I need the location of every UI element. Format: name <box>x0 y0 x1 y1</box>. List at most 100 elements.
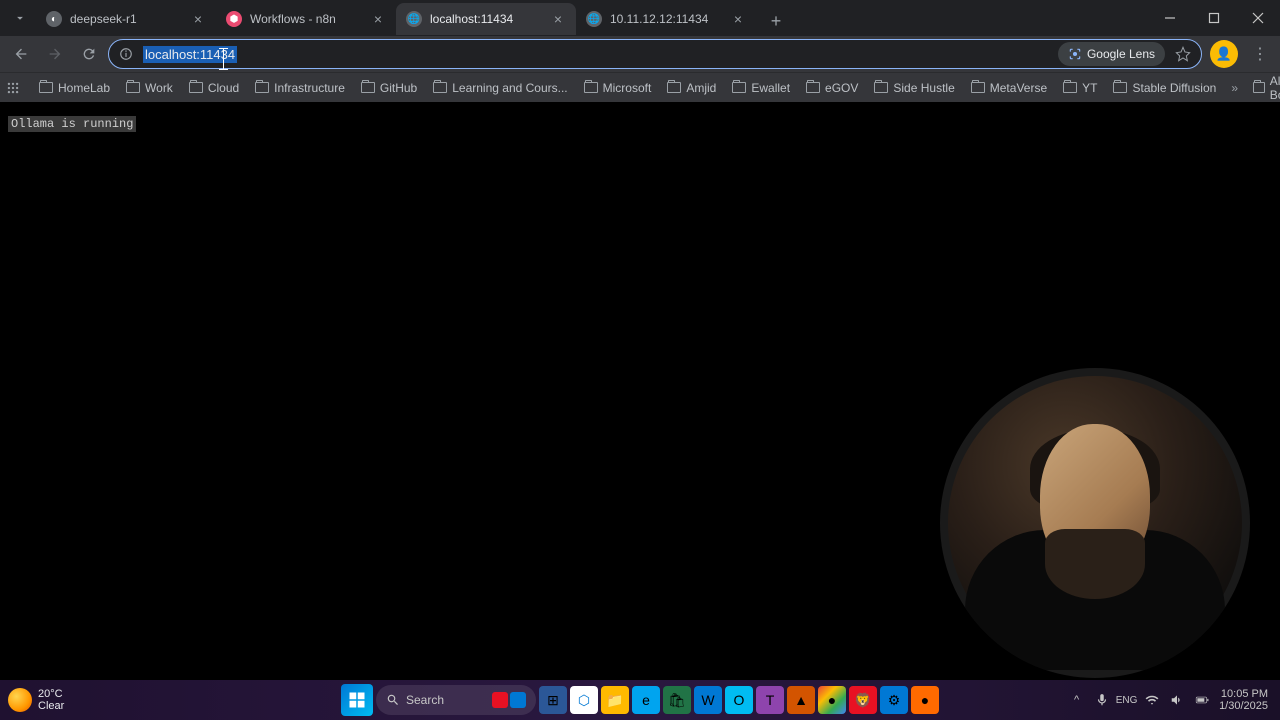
search-badge-icon <box>492 692 508 708</box>
wifi-icon[interactable] <box>1144 693 1159 708</box>
google-lens-button[interactable]: Google Lens <box>1058 42 1165 66</box>
folder-icon <box>806 82 820 93</box>
bookmark-folder[interactable]: eGOV <box>799 78 865 98</box>
tab-n8n[interactable]: ⬢ Workflows - n8n × <box>216 3 396 35</box>
folder-icon <box>732 82 746 93</box>
new-tab-button[interactable]: + <box>762 7 790 35</box>
bookmark-folder[interactable]: Amjid <box>660 78 723 98</box>
address-bar[interactable]: localhost:11434 Google Lens <box>108 39 1202 69</box>
folder-icon <box>433 82 447 93</box>
weather-temp: 20°C <box>38 688 64 700</box>
bookmark-folder[interactable]: Stable Diffusion <box>1106 78 1223 98</box>
folder-icon <box>255 82 269 93</box>
bookmark-folder[interactable]: Ewallet <box>725 78 797 98</box>
close-tab-icon[interactable]: × <box>550 11 566 27</box>
browser-menu-button[interactable]: ⋮ <box>1246 44 1274 64</box>
tab-search-button[interactable] <box>4 4 36 32</box>
bookmark-folder[interactable]: HomeLab <box>32 78 117 98</box>
taskbar-search[interactable]: Search <box>376 685 536 715</box>
folder-icon <box>874 82 888 93</box>
folder-icon <box>1113 82 1127 93</box>
folder-icon <box>584 82 598 93</box>
browser-titlebar: ◐ deepseek-r1 × ⬢ Workflows - n8n × 🌐 lo… <box>0 0 1280 36</box>
bookmark-folder[interactable]: YT <box>1056 78 1104 98</box>
taskbar-app-settings[interactable]: ⚙ <box>880 686 908 714</box>
globe-icon: 🌐 <box>406 11 422 27</box>
page-body-text: Ollama is running <box>8 116 136 132</box>
tab-remote[interactable]: 🌐 10.11.12.12:11434 × <box>576 3 756 35</box>
taskbar-app-word[interactable]: W <box>694 686 722 714</box>
reload-button[interactable] <box>74 39 104 69</box>
bookmarks-overflow-button[interactable]: » <box>1225 81 1244 95</box>
taskbar-app-store[interactable]: 🛍 <box>663 686 691 714</box>
taskbar-app-explorer[interactable]: 📁 <box>601 686 629 714</box>
weather-condition: Clear <box>38 700 64 712</box>
bookmark-star-icon[interactable] <box>1171 46 1195 62</box>
taskbar-app-opera[interactable]: O <box>725 686 753 714</box>
taskbar-app-edge[interactable]: e <box>632 686 660 714</box>
favicon-icon: ⬢ <box>226 11 242 27</box>
webcam-overlay <box>940 368 1250 678</box>
clock-time: 10:05 PM <box>1221 688 1268 700</box>
lens-label: Google Lens <box>1087 47 1155 61</box>
search-icon <box>386 693 400 707</box>
taskbar-clock[interactable]: 10:05 PM 1/30/2025 <box>1219 688 1272 712</box>
weather-icon <box>8 688 32 712</box>
taskbar-app-other[interactable]: ● <box>911 686 939 714</box>
folder-icon <box>1253 82 1265 93</box>
language-icon[interactable]: ENG <box>1119 693 1134 708</box>
url-text: localhost:11434 <box>143 46 237 63</box>
tab-deepseek[interactable]: ◐ deepseek-r1 × <box>36 3 216 35</box>
bookmark-folder[interactable]: GitHub <box>354 78 424 98</box>
profile-avatar[interactable]: 👤 <box>1210 40 1238 68</box>
forward-button[interactable] <box>40 39 70 69</box>
site-info-icon[interactable] <box>115 43 137 65</box>
close-tab-icon[interactable]: × <box>190 11 206 27</box>
mic-icon[interactable] <box>1094 693 1109 708</box>
bookmark-folder[interactable]: Learning and Cours... <box>426 78 574 98</box>
tab-title: Workflows - n8n <box>250 12 362 26</box>
favicon-icon: ◐ <box>46 11 62 27</box>
folder-icon <box>361 82 375 93</box>
bookmark-folder[interactable]: Infrastructure <box>248 78 352 98</box>
bookmark-folder[interactable]: Cloud <box>182 78 246 98</box>
taskbar-app-vlc[interactable]: ▲ <box>787 686 815 714</box>
taskbar-app-teams[interactable]: T <box>756 686 784 714</box>
close-window-button[interactable] <box>1236 0 1280 36</box>
taskbar-app-brave[interactable]: 🦁 <box>849 686 877 714</box>
maximize-button[interactable] <box>1192 0 1236 36</box>
tab-localhost[interactable]: 🌐 localhost:11434 × <box>396 3 576 35</box>
taskbar-app-chrome[interactable]: ● <box>818 686 846 714</box>
search-badge-icon <box>510 692 526 708</box>
start-button[interactable] <box>341 684 373 716</box>
clock-date: 1/30/2025 <box>1219 700 1268 712</box>
volume-icon[interactable] <box>1169 693 1184 708</box>
all-bookmarks-button[interactable]: All Bookmarks <box>1246 71 1280 105</box>
system-tray: ^ ENG 10:05 PM 1/30/2025 <box>1069 688 1272 712</box>
window-controls <box>1148 0 1280 36</box>
minimize-button[interactable] <box>1148 0 1192 36</box>
folder-icon <box>667 82 681 93</box>
bookmark-folder[interactable]: Microsoft <box>577 78 659 98</box>
tray-overflow-icon[interactable]: ^ <box>1069 693 1084 708</box>
weather-widget[interactable]: 20°C Clear <box>8 688 64 712</box>
tab-title: deepseek-r1 <box>70 12 182 26</box>
lens-icon <box>1068 47 1082 61</box>
tab-title: 10.11.12.12:11434 <box>610 12 722 26</box>
bookmark-folder[interactable]: MetaVerse <box>964 78 1054 98</box>
folder-icon <box>971 82 985 93</box>
folder-icon <box>189 82 203 93</box>
bookmark-folder[interactable]: Work <box>119 78 180 98</box>
close-tab-icon[interactable]: × <box>370 11 386 27</box>
browser-toolbar: localhost:11434 Google Lens 👤 ⋮ <box>0 36 1280 72</box>
folder-icon <box>39 82 53 93</box>
close-tab-icon[interactable]: × <box>730 11 746 27</box>
apps-button[interactable] <box>6 76 20 100</box>
back-button[interactable] <box>6 39 36 69</box>
taskbar-app-taskview[interactable]: ⊞ <box>539 686 567 714</box>
folder-icon <box>126 82 140 93</box>
taskbar-app-copilot[interactable]: ⬡ <box>570 686 598 714</box>
webcam-feed <box>948 376 1242 670</box>
battery-icon[interactable] <box>1194 693 1209 708</box>
bookmark-folder[interactable]: Side Hustle <box>867 78 961 98</box>
